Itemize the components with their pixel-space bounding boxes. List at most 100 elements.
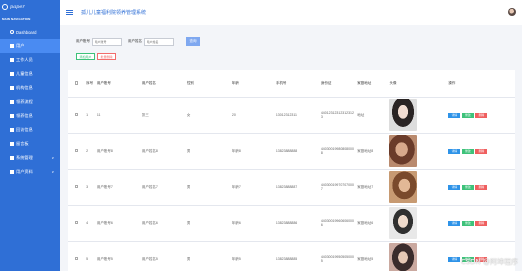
col-header: 年龄 [230, 70, 275, 98]
row-checkbox[interactable] [74, 112, 79, 117]
menu-toggle-icon[interactable] [66, 10, 73, 15]
detail-button[interactable]: 详情 [448, 112, 461, 118]
table-row: 5 用户账号5 用户姓名5 男年龄5 13823888885 44030019950505… [68, 241, 515, 271]
row-checkbox[interactable] [74, 184, 79, 189]
cell-avatar [388, 133, 448, 170]
avatar-image [389, 135, 418, 167]
col-header: 身份证 [319, 70, 357, 98]
row-checkbox[interactable] [74, 220, 79, 225]
col-header: 手机号 [274, 70, 320, 98]
sidebar-item[interactable]: 系统管理 ∨ [0, 151, 60, 165]
sidebar-item[interactable]: 领养信息 [0, 109, 60, 123]
cell-account: 用户账号7 [95, 169, 141, 206]
col-header: 用户账号 [95, 70, 141, 98]
sidebar-item[interactable]: 留言板 [0, 137, 60, 151]
detail-button[interactable]: 详情 [448, 256, 461, 262]
search-bar: 用户账号 用户姓名 查询 [76, 37, 200, 46]
square-icon [10, 44, 14, 48]
sidebar-item[interactable]: 机构信息 [0, 81, 60, 95]
sidebar-item-label: 留言板 [16, 141, 29, 146]
sidebar-menu: Dashboard 用户 工作人员 儿童信息 机构信息 领养流程 领养信息回访信息留言板系统… [0, 25, 60, 179]
system-title: 孤儿儿童福利院领养管理系统 [81, 10, 147, 16]
col-header: 操作 [447, 70, 515, 98]
detail-button[interactable]: 详情 [448, 220, 461, 226]
cell-avatar [388, 97, 448, 134]
edit-button[interactable]: 修改 [461, 112, 474, 118]
cell-account: 用户账号5 [95, 241, 141, 271]
detail-button[interactable]: 详情 [448, 148, 461, 154]
sidebar-item[interactable]: 儿童信息 [0, 67, 60, 81]
cell-name: 用户姓名5 [140, 241, 186, 271]
cell-sex: 男 [185, 205, 231, 242]
sidebar-item[interactable]: Dashboard [0, 25, 60, 39]
chevron-down-icon: ∨ [51, 170, 54, 174]
delete-button[interactable]: 删除 [475, 112, 488, 118]
cell-operations: 详情 修改 删除 [447, 97, 515, 134]
cell-age: 年龄8 [230, 133, 275, 170]
cell-phone: 13823888886 [274, 205, 320, 242]
cell-sex: 男 [185, 169, 231, 206]
query-button[interactable]: 查询 [186, 37, 200, 46]
sidebar-item[interactable]: 用户 [0, 39, 60, 53]
row-checkbox[interactable] [74, 256, 79, 261]
cell-id-card: 440300199707070007 [319, 169, 357, 206]
table-row: 1 11 张三女 20 13012312311 440123123123123123 地址详… [68, 97, 515, 134]
cell-account: 11 [95, 97, 141, 134]
select-all-checkbox[interactable] [74, 81, 79, 85]
square-icon [10, 128, 14, 132]
cell-phone: 13823888888 [274, 133, 320, 170]
sidebar-item[interactable]: 用户资料 ∨ [0, 165, 60, 179]
logo-icon [2, 4, 8, 10]
cell-idx: 2 [85, 133, 96, 170]
delete-button[interactable]: 删除 [475, 220, 488, 226]
avatar-image [389, 99, 418, 131]
square-icon [10, 58, 14, 62]
delete-button[interactable]: 删除 [475, 148, 488, 154]
table-row: 4 用户账号6 用户姓名6 男年龄6 13823888886 44030019960606… [68, 205, 515, 242]
square-icon [10, 114, 14, 118]
edit-button[interactable]: 修改 [461, 220, 474, 226]
avatar-image [389, 171, 418, 203]
cell-name: 用户姓名6 [140, 205, 186, 242]
square-icon [10, 100, 14, 104]
logo: paper [0, 0, 60, 14]
col-header: 用户姓名 [140, 70, 186, 98]
cell-id-card: 440300199808080008 [319, 133, 357, 170]
cell-address: 地址 [356, 97, 389, 134]
sidebar-item-label: 用户资料 [16, 169, 33, 174]
detail-button[interactable]: 详情 [448, 184, 461, 190]
square-icon [10, 142, 14, 146]
select-all-cell [68, 70, 86, 98]
cell-age: 年龄7 [230, 169, 275, 206]
col-header: 家庭地址 [356, 70, 389, 98]
edit-button[interactable]: 修改 [461, 148, 474, 154]
name-search-input[interactable] [144, 37, 174, 46]
user-avatar[interactable] [508, 8, 516, 16]
cell-id-card: 440300199505050005 [319, 241, 357, 271]
add-user-button[interactable]: 添加用户 [76, 53, 95, 60]
batch-delete-button[interactable]: 批量删除 [97, 53, 116, 60]
cell-operations: 详情 修改 删除 [447, 133, 515, 170]
sidebar-item[interactable]: 回访信息 [0, 123, 60, 137]
cell-age: 20 [230, 97, 275, 134]
cell-id-card: 440123123123123123 [319, 97, 357, 134]
cell-idx: 1 [85, 97, 96, 134]
cell-avatar [388, 241, 448, 271]
edit-button[interactable]: 修改 [461, 184, 474, 190]
cell-name: 用户姓名8 [140, 133, 186, 170]
sidebar-item[interactable]: 工作人员 [0, 53, 60, 67]
sidebar-item[interactable]: 领养流程 [0, 95, 60, 109]
cell-account: 用户账号6 [95, 205, 141, 242]
circle-icon [10, 30, 14, 34]
sidebar-item-label: 系统管理 [16, 155, 33, 160]
sidebar-item-label: 回访信息 [16, 127, 33, 132]
square-icon [10, 156, 14, 160]
chevron-down-icon: ∨ [51, 156, 54, 160]
account-search-input[interactable] [92, 37, 122, 46]
table-body: 1 11 张三女 20 13012312311 440123123123123123 地址详… [68, 97, 515, 271]
delete-button[interactable]: 删除 [475, 184, 488, 190]
col-header: 性别 [185, 70, 231, 98]
cell-phone: 13012312311 [274, 97, 320, 134]
row-checkbox[interactable] [74, 148, 79, 153]
cell-id-card: 440300199606060006 [319, 205, 357, 242]
